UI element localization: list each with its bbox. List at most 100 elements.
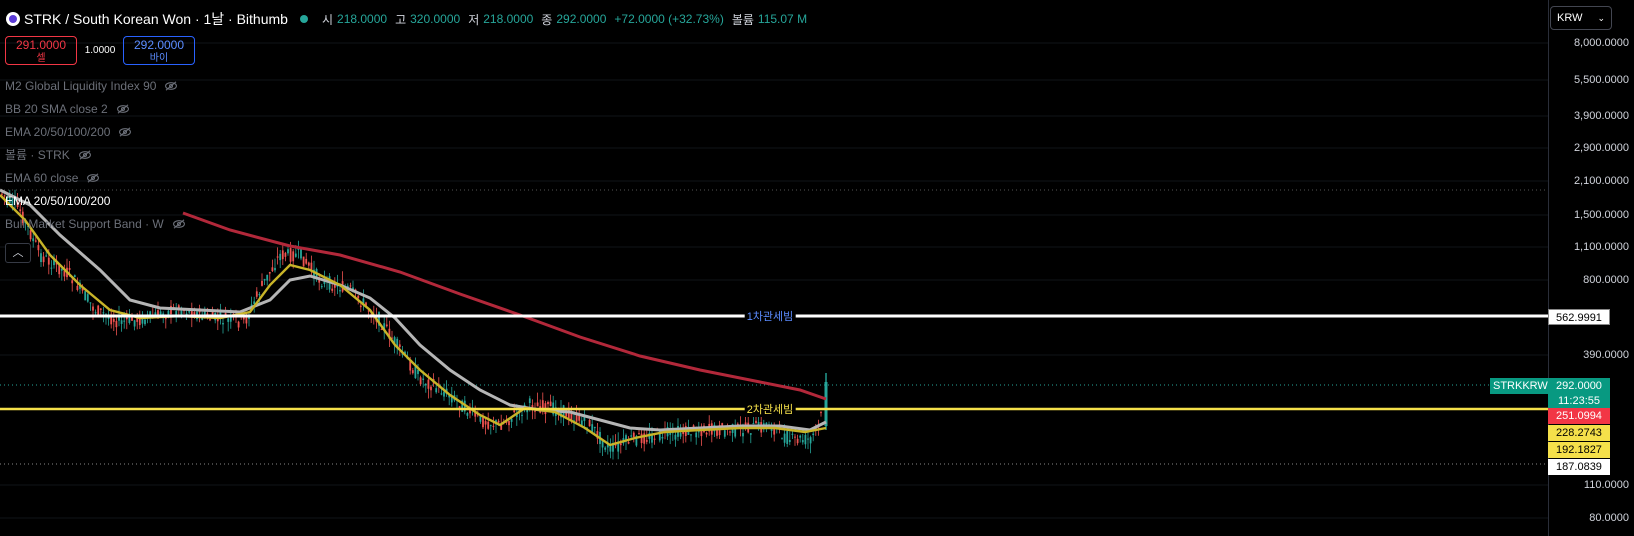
legend-item-label: EMA 60 close xyxy=(5,170,79,185)
sell-button[interactable]: 291.0000 셀 xyxy=(5,36,77,65)
candle-body xyxy=(619,443,622,446)
low-value: 218.0000 xyxy=(483,12,534,26)
candle-body xyxy=(809,437,812,444)
candle-body xyxy=(521,414,523,416)
candle-body xyxy=(86,294,89,302)
candle-body xyxy=(417,369,419,375)
volume-value: 115.07 M xyxy=(757,12,808,26)
price-tick: 390.0000 xyxy=(1583,349,1629,361)
buy-button[interactable]: 292.0000 바이 xyxy=(123,36,195,65)
candle-body xyxy=(294,253,297,257)
candle-body xyxy=(549,401,552,407)
symbol-title[interactable]: STRK / South Korean Won · 1날 · Bithumb xyxy=(24,9,288,29)
candle-body xyxy=(112,318,115,322)
line1-annotation[interactable]: 1차관세빔 xyxy=(744,308,796,324)
symbol-logo-icon[interactable] xyxy=(6,12,20,26)
candle-body xyxy=(398,344,401,348)
candle-body xyxy=(300,249,302,259)
line2-annotation[interactable]: 2차관세빔 xyxy=(744,401,796,417)
ema200-price-label: 251.0994 xyxy=(1548,408,1610,424)
legend-item-label: EMA 20/50/100/200 xyxy=(5,193,111,208)
candle-body xyxy=(435,388,438,393)
ema200-line xyxy=(182,211,827,401)
candle-body xyxy=(690,434,692,436)
market-status-icon[interactable] xyxy=(299,15,308,23)
price-tick: 800.0000 xyxy=(1583,274,1629,286)
candle-body xyxy=(219,312,222,315)
eye-hidden-icon[interactable] xyxy=(164,80,178,91)
candle-body xyxy=(697,431,700,433)
candle-body xyxy=(674,434,677,440)
eye-hidden-icon[interactable] xyxy=(78,149,92,160)
candle-body xyxy=(110,317,113,325)
candle-body xyxy=(812,433,815,436)
open-value: 218.0000 xyxy=(337,12,388,26)
candle-body xyxy=(92,306,94,311)
candle-body xyxy=(632,432,635,438)
candle-body xyxy=(144,319,146,325)
collapse-legend-button[interactable]: ︿ xyxy=(5,243,31,263)
candle-body xyxy=(508,421,510,426)
open-label: 시 xyxy=(321,12,334,27)
candle-body xyxy=(430,386,432,391)
countdown-label: 11:23:55 xyxy=(1548,393,1610,409)
eye-hidden-icon[interactable] xyxy=(172,218,186,229)
currency-select[interactable]: KRW ⌄ xyxy=(1550,6,1612,30)
candle-body xyxy=(266,274,269,281)
candle-body xyxy=(788,439,791,443)
price-chart[interactable] xyxy=(0,0,1548,536)
candle-body xyxy=(791,433,794,435)
candle-body xyxy=(307,262,310,266)
price-tick: 2,900.0000 xyxy=(1573,142,1629,154)
candle-body xyxy=(547,401,549,405)
candle-body xyxy=(99,308,102,311)
ema-yellow2-price-label: 192.1827 xyxy=(1548,442,1610,458)
buy-label: 바이 xyxy=(149,53,169,64)
candle-body xyxy=(331,288,334,291)
eye-hidden-icon[interactable] xyxy=(118,126,132,137)
legend-item-active[interactable]: EMA 20/50/100/200 xyxy=(5,189,186,212)
candle-body xyxy=(268,272,271,274)
candle-body xyxy=(310,262,313,271)
legend-item[interactable]: Bull Market Support Band · W xyxy=(5,212,186,235)
legend-item[interactable]: 볼륨 · STRK xyxy=(5,143,186,166)
high-value: 320.0000 xyxy=(410,12,461,26)
candle-body xyxy=(271,267,274,272)
candle-body xyxy=(263,278,266,281)
eye-hidden-icon[interactable] xyxy=(116,103,130,114)
candle-body xyxy=(781,438,783,440)
candle-body xyxy=(630,435,633,437)
candle-body xyxy=(536,402,539,407)
candle-body xyxy=(89,302,92,304)
candle-body xyxy=(261,280,263,286)
current-price-label: 292.0000 xyxy=(1548,378,1610,394)
candle-body xyxy=(497,420,500,423)
candle-body xyxy=(482,417,484,428)
candle-body xyxy=(541,400,544,409)
candle-body xyxy=(37,245,40,251)
eye-hidden-icon[interactable] xyxy=(86,172,100,183)
legend-item[interactable]: M2 Global Liquidity Index 90 xyxy=(5,74,186,97)
legend-item[interactable]: EMA 60 close xyxy=(5,166,186,189)
buy-price: 292.0000 xyxy=(133,38,185,52)
candle-body xyxy=(443,391,445,397)
candle-body xyxy=(73,275,76,278)
candle-body xyxy=(359,305,362,308)
sell-label: 셀 xyxy=(36,53,46,64)
candle-body xyxy=(255,291,258,297)
candle-body xyxy=(34,240,37,242)
candle-body xyxy=(695,432,698,438)
candle-body xyxy=(258,293,261,296)
ema-yellow-price-label: 228.2743 xyxy=(1548,425,1610,441)
candle-body xyxy=(274,267,276,271)
candle-body xyxy=(427,379,430,389)
candle-body xyxy=(209,319,211,321)
candle-body xyxy=(276,256,279,258)
legend-item[interactable]: EMA 20/50/100/200 xyxy=(5,120,186,143)
legend-item[interactable]: BB 20 SMA close 2 xyxy=(5,97,186,120)
candle-body xyxy=(292,251,295,262)
candle-body xyxy=(289,248,292,262)
candle-body xyxy=(534,410,536,412)
legend-item-label: Bull Market Support Band · W xyxy=(5,216,164,231)
chart-pane[interactable] xyxy=(0,0,1548,536)
